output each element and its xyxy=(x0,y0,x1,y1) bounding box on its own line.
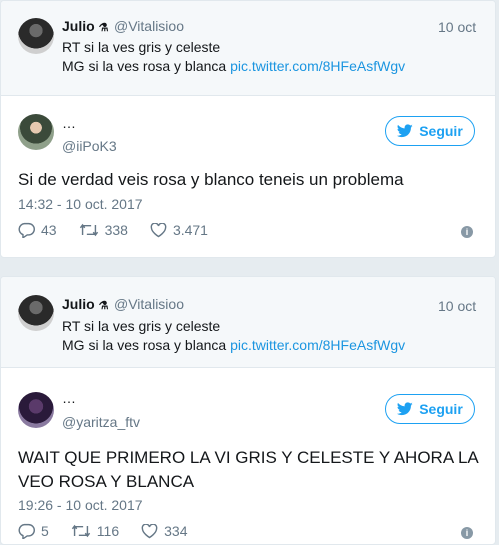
reply-action[interactable]: 43 xyxy=(18,222,57,238)
heart-icon xyxy=(141,523,158,538)
retweet-icon xyxy=(79,223,98,237)
reply-author-name[interactable]: Julio ⚗ xyxy=(62,18,108,34)
like-count: 3.471 xyxy=(172,222,208,238)
twitter-bird-icon xyxy=(397,402,413,416)
author-name[interactable]: … xyxy=(62,390,77,406)
reply-author-handle[interactable]: @Vitalisioo xyxy=(114,18,184,34)
author-badge-icon: ⚗ xyxy=(98,22,109,34)
heart-icon xyxy=(150,222,167,237)
reply-date[interactable]: 10 oct xyxy=(438,19,476,35)
info-icon[interactable]: i xyxy=(461,527,473,539)
tweet-card-1: Julio ⚗ @Vitalisioo 10 oct RT si la ves … xyxy=(0,0,496,258)
avatar[interactable] xyxy=(18,392,54,428)
reply-text-line1: RT si la ves gris y celeste xyxy=(62,318,221,334)
follow-label: Seguir xyxy=(419,401,463,417)
retweet-action[interactable]: 338 xyxy=(79,222,128,238)
author-handle[interactable]: @yaritza_ftv xyxy=(62,414,140,430)
avatar[interactable] xyxy=(18,114,54,150)
tweet-text-line1: WAIT QUE PRIMERO LA VI GRIS Y CELESTE Y … xyxy=(18,448,479,467)
retweet-icon xyxy=(71,524,90,538)
retweet-action[interactable]: 116 xyxy=(71,523,119,539)
quoted-tweet[interactable]: Julio ⚗ @Vitalisioo 10 oct RT si la ves … xyxy=(1,1,495,96)
pic-link[interactable]: pic.twitter.com/8HFeAsfWgv xyxy=(230,58,405,74)
reply-text-line2: MG si la ves rosa y blanca pic.twitter.c… xyxy=(62,337,406,353)
tweet-actions: 43 338 3.471 xyxy=(18,222,230,238)
pic-link[interactable]: pic.twitter.com/8HFeAsfWgv xyxy=(230,337,405,353)
follow-label: Seguir xyxy=(419,123,463,139)
tweet-timestamp[interactable]: 19:26 - 10 oct. 2017 xyxy=(18,497,143,513)
reply-action[interactable]: 5 xyxy=(18,523,49,539)
reply-text-line2: MG si la ves rosa y blanca pic.twitter.c… xyxy=(62,58,406,74)
author-name[interactable]: … xyxy=(62,115,77,131)
twitter-bird-icon xyxy=(397,124,413,138)
reply-date[interactable]: 10 oct xyxy=(438,298,476,314)
author-badge-icon: ⚗ xyxy=(98,300,109,312)
follow-button[interactable]: Seguir xyxy=(385,394,475,424)
reply-icon xyxy=(18,222,35,238)
avatar[interactable] xyxy=(18,295,54,331)
reply-icon xyxy=(18,523,35,539)
reply-author-handle[interactable]: @Vitalisioo xyxy=(114,296,184,312)
like-count: 334 xyxy=(164,523,188,539)
tweet-actions: 5 116 334 xyxy=(18,523,209,539)
quoted-tweet[interactable]: Julio ⚗ @Vitalisioo 10 oct RT si la ves … xyxy=(1,277,495,368)
tweet-text: Si de verdad veis rosa y blanco teneis u… xyxy=(18,170,404,189)
tweet-timestamp[interactable]: 14:32 - 10 oct. 2017 xyxy=(18,196,143,212)
info-icon[interactable]: i xyxy=(461,226,473,238)
like-action[interactable]: 3.471 xyxy=(150,222,208,238)
reply-count: 5 xyxy=(41,523,49,539)
retweet-count: 338 xyxy=(104,222,128,238)
like-action[interactable]: 334 xyxy=(141,523,187,539)
reply-author-name[interactable]: Julio ⚗ xyxy=(62,296,108,312)
author-handle[interactable]: @iiPoK3 xyxy=(62,138,117,154)
tweet-text-line2: VEO ROSA Y BLANCA xyxy=(18,472,195,491)
reply-text-line1: RT si la ves gris y celeste xyxy=(62,39,221,55)
reply-count: 43 xyxy=(41,222,57,238)
retweet-count: 116 xyxy=(96,523,120,539)
follow-button[interactable]: Seguir xyxy=(385,116,475,146)
avatar[interactable] xyxy=(18,18,54,54)
tweet-card-2: Julio ⚗ @Vitalisioo 10 oct RT si la ves … xyxy=(0,276,496,545)
